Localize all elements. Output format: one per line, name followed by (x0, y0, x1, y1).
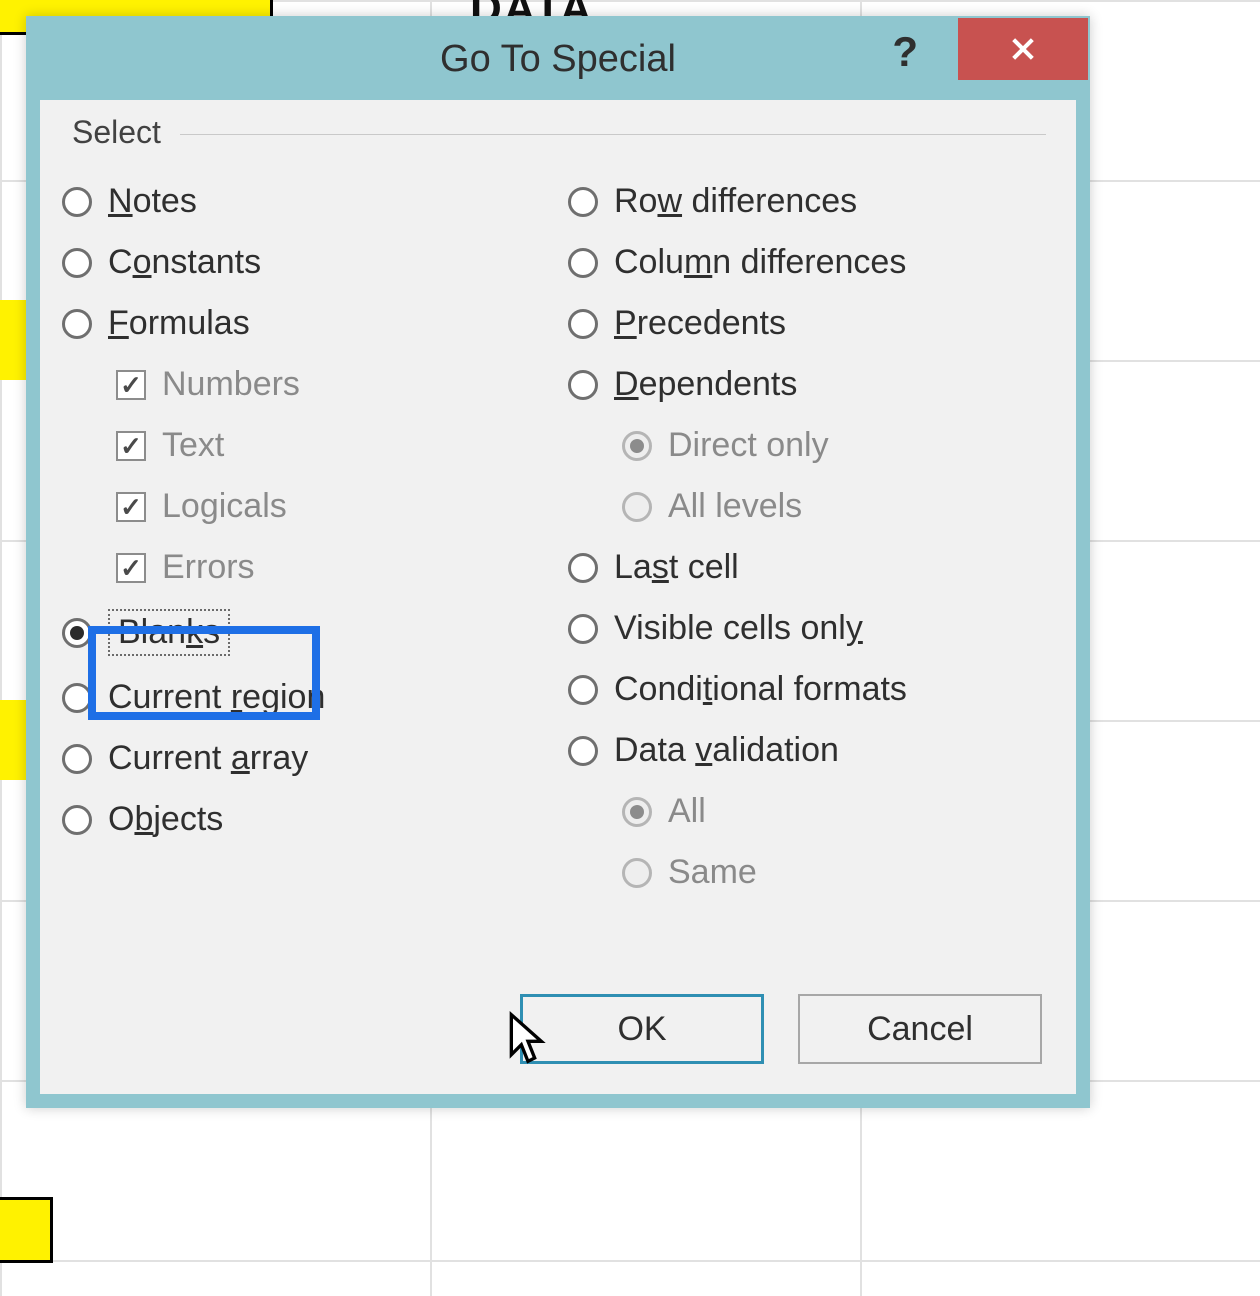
option-label: Data validation (614, 731, 839, 770)
option-label: All levels (668, 487, 802, 526)
option-label: Row differences (614, 182, 857, 221)
checkbox-icon (116, 492, 146, 522)
dialog-titlebar[interactable]: Go To Special ? (28, 18, 1088, 100)
radio-icon (622, 797, 652, 827)
checkbox-icon (116, 553, 146, 583)
radio-icon (568, 370, 598, 400)
option-label: Same (668, 853, 757, 892)
radio-icon (568, 187, 598, 217)
dialog-body: Select Notes Constants Formulas (28, 100, 1088, 1106)
option-blanks[interactable]: Blanks (62, 609, 548, 656)
cancel-button[interactable]: Cancel (798, 994, 1042, 1064)
option-objects[interactable]: Objects (62, 800, 548, 839)
checkbox-icon (116, 370, 146, 400)
sub-option-all-levels: All levels (622, 487, 1054, 526)
radio-icon (62, 309, 92, 339)
checkbox-label: Errors (162, 548, 255, 587)
option-dependents[interactable]: Dependents (568, 365, 1054, 404)
option-label: Constants (108, 243, 261, 282)
radio-icon (62, 683, 92, 713)
checkbox-logicals: Logicals (116, 487, 548, 526)
option-column-differences[interactable]: Column differences (568, 243, 1054, 282)
dialog-button-row: OK Cancel (520, 994, 1042, 1064)
option-notes[interactable]: Notes (62, 182, 548, 221)
option-label: Current array (108, 739, 308, 778)
group-label-select: Select (66, 114, 167, 151)
checkbox-label: Logicals (162, 487, 287, 526)
group-divider (180, 134, 1046, 135)
option-precedents[interactable]: Precedents (568, 304, 1054, 343)
close-icon (1009, 35, 1037, 63)
option-label: Last cell (614, 548, 739, 587)
option-label: Conditional formats (614, 670, 907, 709)
help-button[interactable]: ? (882, 24, 928, 80)
go-to-special-dialog: Go To Special ? Select Notes Constants (26, 16, 1090, 1108)
radio-icon (62, 618, 92, 648)
checkbox-icon (116, 431, 146, 461)
option-conditional-formats[interactable]: Conditional formats (568, 670, 1054, 709)
radio-icon (62, 744, 92, 774)
checkbox-text: Text (116, 426, 548, 465)
dialog-title: Go To Special (440, 38, 676, 81)
sub-option-direct-only: Direct only (622, 426, 1054, 465)
option-label: Formulas (108, 304, 250, 343)
radio-icon (62, 187, 92, 217)
checkbox-numbers: Numbers (116, 365, 548, 404)
option-current-region[interactable]: Current region (62, 678, 548, 717)
option-label: Direct only (668, 426, 829, 465)
radio-icon (568, 248, 598, 278)
radio-icon (622, 431, 652, 461)
option-label: Precedents (614, 304, 786, 343)
close-button[interactable] (958, 18, 1088, 80)
option-visible-cells-only[interactable]: Visible cells only (568, 609, 1054, 648)
option-label: Objects (108, 800, 223, 839)
checkbox-label: Text (162, 426, 224, 465)
option-label: All (668, 792, 706, 831)
option-last-cell[interactable]: Last cell (568, 548, 1054, 587)
checkbox-errors: Errors (116, 548, 548, 587)
option-label: Current region (108, 678, 325, 717)
sub-option-dv-same: Same (622, 853, 1054, 892)
ok-button[interactable]: OK (520, 994, 764, 1064)
radio-icon (568, 614, 598, 644)
bg-highlight-cell (0, 700, 26, 780)
radio-icon (568, 736, 598, 766)
bg-highlight-cell (0, 300, 26, 380)
options-right-column: Row differences Column differences Prece… (568, 182, 1054, 892)
option-label: Visible cells only (614, 609, 863, 648)
option-formulas[interactable]: Formulas (62, 304, 548, 343)
radio-icon (622, 858, 652, 888)
radio-icon (62, 248, 92, 278)
option-label: Column differences (614, 243, 906, 282)
radio-icon (568, 309, 598, 339)
option-label: Blanks (108, 609, 230, 656)
radio-icon (568, 553, 598, 583)
bg-highlight-cell (0, 1200, 50, 1260)
option-label: Dependents (614, 365, 797, 404)
options-left-column: Notes Constants Formulas Numbers Text (62, 182, 548, 892)
checkbox-label: Numbers (162, 365, 300, 404)
option-constants[interactable]: Constants (62, 243, 548, 282)
option-current-array[interactable]: Current array (62, 739, 548, 778)
sub-option-dv-all: All (622, 792, 1054, 831)
option-label: Notes (108, 182, 197, 221)
option-row-differences[interactable]: Row differences (568, 182, 1054, 221)
radio-icon (62, 805, 92, 835)
radio-icon (622, 492, 652, 522)
radio-icon (568, 675, 598, 705)
option-data-validation[interactable]: Data validation (568, 731, 1054, 770)
